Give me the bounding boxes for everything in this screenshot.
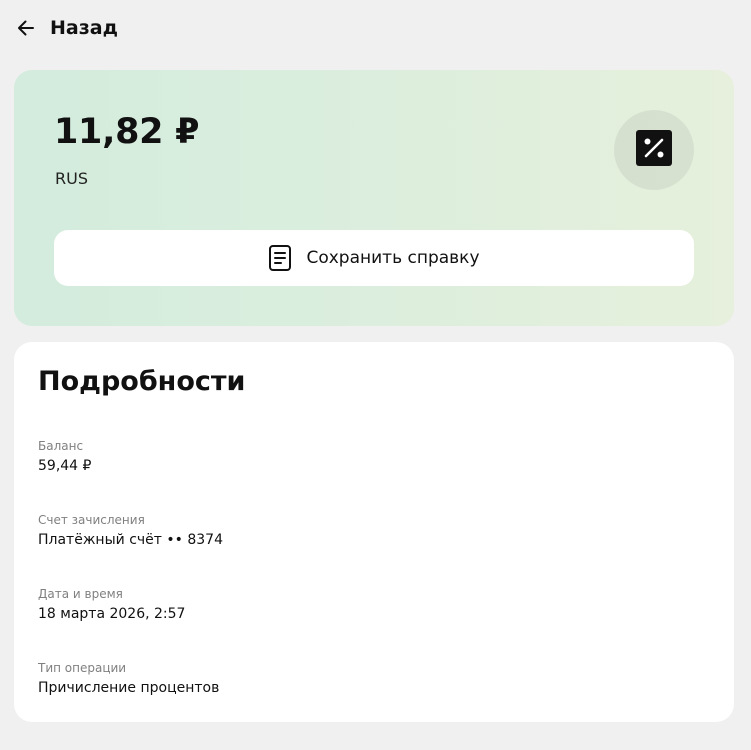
detail-account: Счет зачисления Платёжный счёт •• 8374 <box>38 512 223 550</box>
details-title: Подробности <box>38 366 246 397</box>
detail-operation-type: Тип операции Причисление процентов <box>38 660 219 698</box>
document-icon <box>268 244 292 272</box>
operation-summary-card: 11,82 ₽ RUS Сохранить справку <box>14 70 734 326</box>
operation-amount: 11,82 ₽ <box>54 112 200 152</box>
detail-label: Тип операции <box>38 661 127 675</box>
detail-balance: Баланс 59,44 ₽ <box>38 438 91 476</box>
back-button[interactable]: Назад <box>14 10 118 46</box>
detail-value: 59,44 ₽ <box>38 458 92 474</box>
operation-currency: RUS <box>55 169 88 188</box>
detail-value: Причисление процентов <box>38 680 220 696</box>
back-label: Назад <box>50 17 118 39</box>
percent-badge <box>614 110 694 190</box>
save-receipt-label: Сохранить справку <box>306 248 480 268</box>
detail-label: Счет зачисления <box>38 513 145 527</box>
detail-datetime: Дата и время 18 марта 2026, 2:57 <box>38 586 185 624</box>
arrow-left-icon <box>14 16 38 40</box>
detail-value: Платёжный счёт •• 8374 <box>38 532 223 548</box>
save-receipt-button[interactable]: Сохранить справку <box>54 230 694 286</box>
detail-label: Дата и время <box>38 587 123 601</box>
details-card: Подробности Баланс 59,44 ₽ Счет зачислен… <box>14 342 734 722</box>
percent-icon <box>636 130 672 170</box>
detail-value: 18 марта 2026, 2:57 <box>38 606 186 622</box>
detail-label: Баланс <box>38 439 84 453</box>
